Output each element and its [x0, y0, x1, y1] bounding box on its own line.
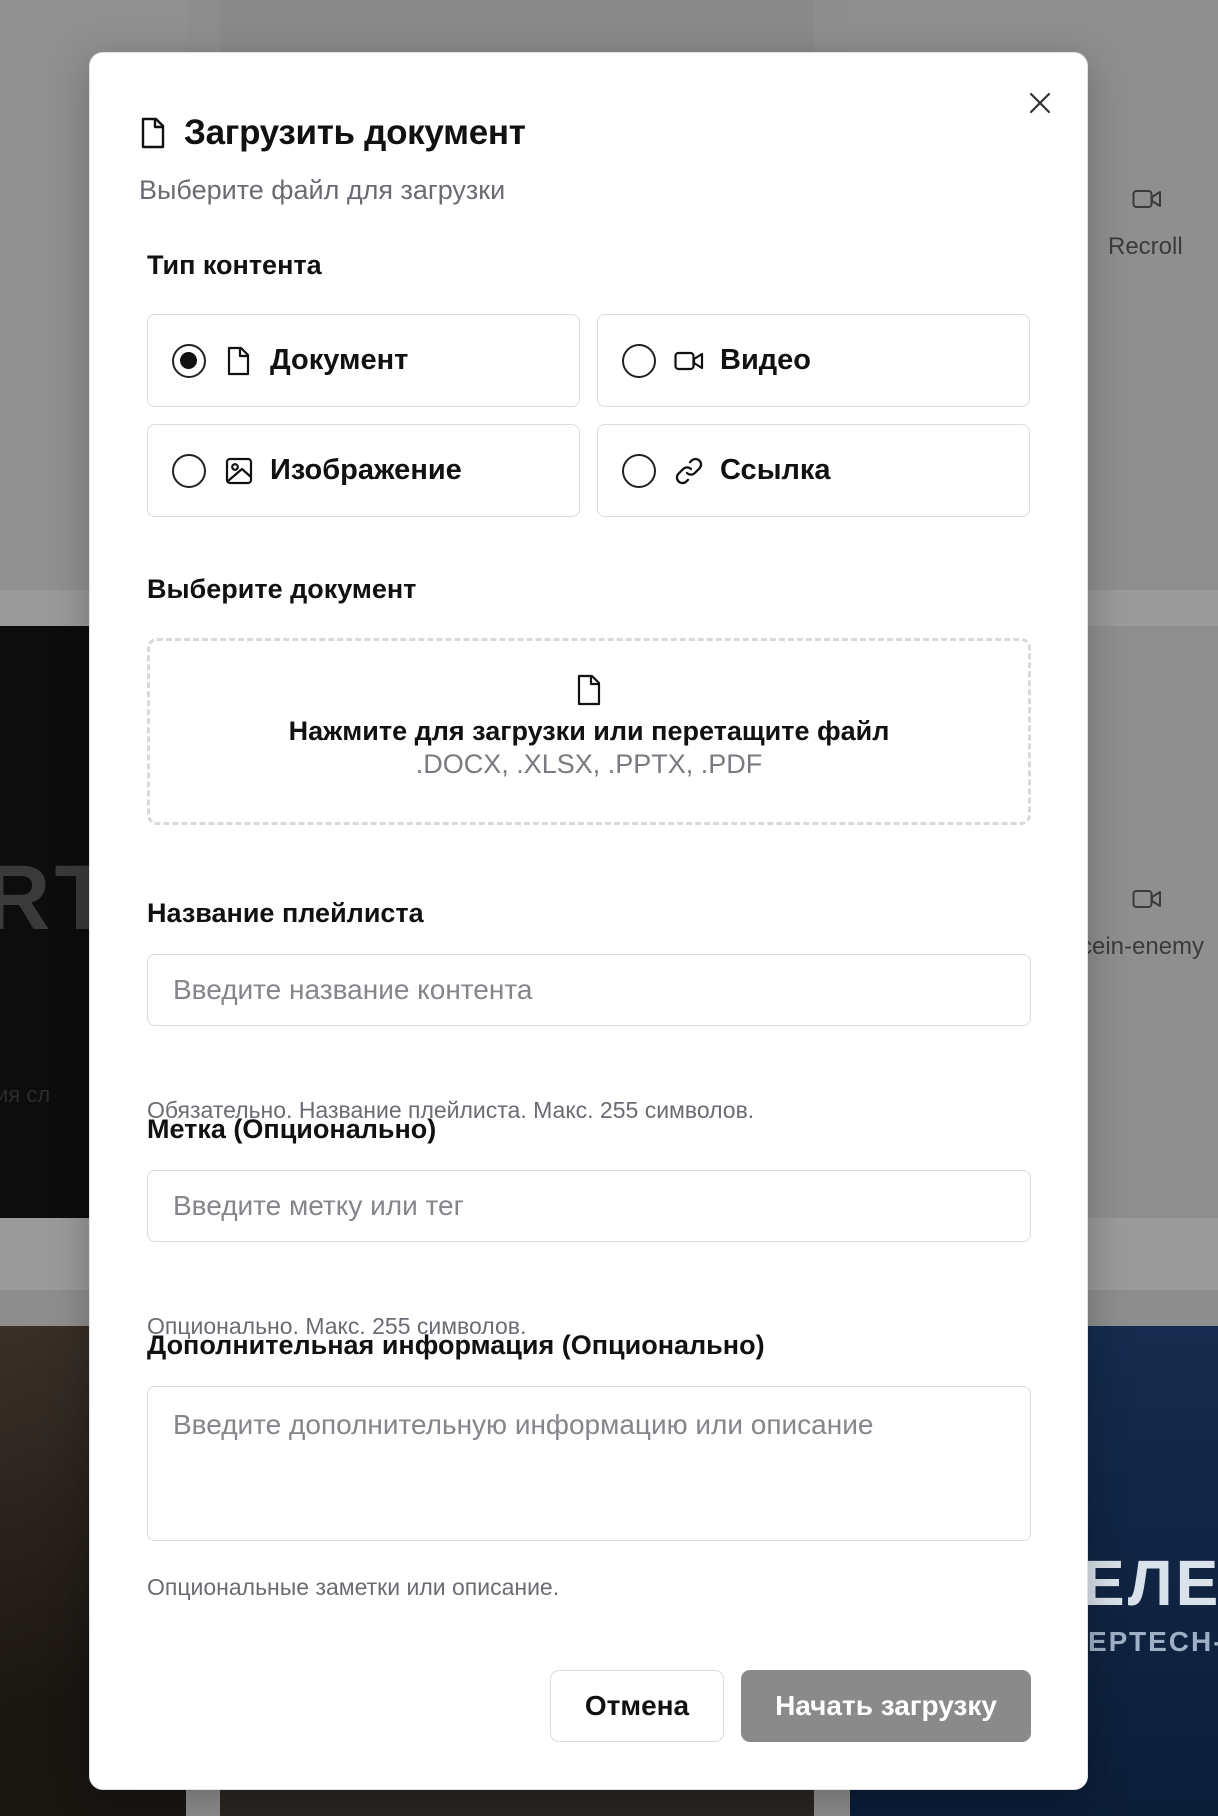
- content-type-option-image[interactable]: Изображение: [147, 424, 580, 517]
- extra-info-helper: Опциональные заметки или описание.: [147, 1574, 560, 1600]
- radio-unselected[interactable]: [622, 343, 656, 378]
- document-icon: [577, 674, 601, 706]
- tag-label: Метка (Опционально): [147, 1114, 437, 1144]
- link-icon: [674, 456, 704, 486]
- upload-dialog: Загрузить документ Выберите файл для заг…: [89, 52, 1088, 1790]
- content-type-option-document[interactable]: Документ: [147, 314, 580, 407]
- content-type-option-label: Документ: [270, 344, 409, 376]
- background-card-text: ия сл: [0, 1082, 51, 1107]
- extra-info-label: Дополнительная информация (Опционально): [147, 1330, 765, 1360]
- content-type-label: Тип контента: [147, 250, 322, 280]
- background-card-label: rcein-enemy: [1072, 933, 1205, 960]
- dialog-title: Загрузить документ: [184, 113, 526, 152]
- radio-selected[interactable]: [172, 343, 206, 378]
- dialog-subtitle: Выберите файл для загрузки: [139, 175, 506, 205]
- content-type-option-label: Изображение: [270, 454, 462, 486]
- content-type-option-video[interactable]: Видео: [597, 314, 1030, 407]
- content-type-option-label: Ссылка: [720, 454, 831, 486]
- dialog-header: Загрузить документ: [140, 113, 526, 153]
- background-card-text: ЕРТЕСН-: [1088, 1626, 1218, 1657]
- document-icon: [141, 117, 165, 149]
- file-select-label: Выберите документ: [147, 574, 417, 604]
- video-icon: [674, 346, 704, 376]
- image-icon: [224, 456, 254, 486]
- radio-unselected[interactable]: [172, 453, 206, 488]
- background-card-text: ЕЛЕ: [1082, 1547, 1218, 1619]
- playlist-name-label: Название плейлиста: [147, 898, 424, 928]
- close-button[interactable]: [1022, 85, 1058, 121]
- content-type-option-link[interactable]: Ссылка: [597, 424, 1030, 517]
- playlist-name-input[interactable]: [147, 954, 1031, 1026]
- tag-input[interactable]: [147, 1170, 1031, 1242]
- radio-unselected[interactable]: [622, 453, 656, 488]
- dropzone-formats: .DOCX, .XLSX, .PPTX, .PDF: [415, 749, 763, 779]
- start-upload-button[interactable]: Начать загрузку: [741, 1670, 1031, 1742]
- background-card-label: Recroll: [1108, 233, 1183, 260]
- close-icon: [1029, 92, 1051, 114]
- content-type-option-label: Видео: [720, 344, 812, 376]
- document-icon: [224, 346, 254, 376]
- cancel-button[interactable]: Отмена: [550, 1670, 724, 1742]
- video-icon: [1132, 190, 1161, 208]
- video-icon: [1132, 890, 1161, 908]
- dropzone-title: Нажмите для загрузки или перетащите файл: [288, 716, 890, 746]
- extra-info-textarea[interactable]: [147, 1386, 1031, 1541]
- file-dropzone[interactable]: Нажмите для загрузки или перетащите файл…: [147, 638, 1031, 825]
